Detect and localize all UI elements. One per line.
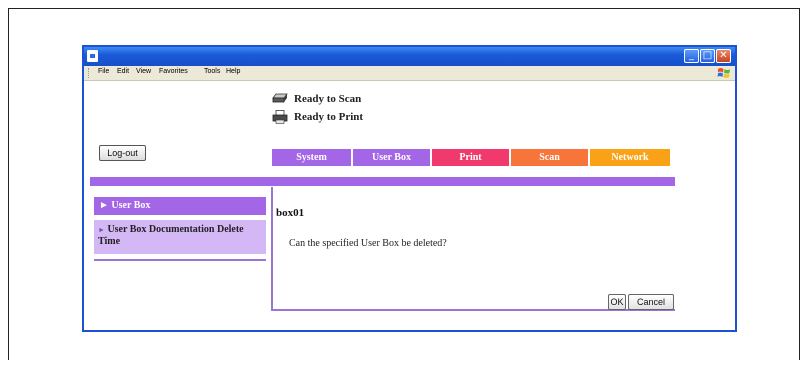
ok-button[interactable]: OK bbox=[608, 294, 626, 310]
printer-icon bbox=[272, 110, 288, 124]
menu-view[interactable]: View bbox=[136, 68, 151, 75]
browser-app-icon bbox=[87, 50, 98, 62]
maximize-button[interactable]: □ bbox=[700, 49, 715, 63]
sidebar-item-label: User Box bbox=[111, 200, 151, 211]
minimize-button[interactable]: _ bbox=[684, 49, 699, 63]
menu-help[interactable]: Help bbox=[226, 68, 240, 75]
scan-status-text: Ready to Scan bbox=[294, 93, 362, 105]
sidebar-item-label: User Box Documentation Delete Time bbox=[98, 224, 244, 247]
tab-user-box[interactable]: User Box bbox=[353, 149, 430, 166]
toolbar-grip-icon bbox=[88, 68, 91, 78]
cancel-button[interactable]: Cancel bbox=[628, 294, 674, 310]
scanner-icon bbox=[272, 93, 288, 103]
delete-confirmation-text: Can the specified User Box be deleted? bbox=[289, 238, 447, 249]
header-divider-bar bbox=[90, 177, 675, 186]
title-bar[interactable]: _ □ ✕ bbox=[84, 47, 735, 66]
sidebar-item-documentation-delete-time[interactable]: ► User Box Documentation Delete Time bbox=[94, 220, 266, 254]
logout-button[interactable]: Log-out bbox=[99, 145, 146, 161]
sidebar-item-user-box[interactable]: ► User Box bbox=[94, 197, 266, 215]
tab-print[interactable]: Print bbox=[432, 149, 509, 166]
menu-file[interactable]: File bbox=[98, 68, 109, 75]
menu-tools[interactable]: Tools bbox=[204, 68, 220, 75]
windows-flag-icon bbox=[717, 68, 730, 78]
close-button[interactable]: ✕ bbox=[716, 49, 731, 63]
print-status-text: Ready to Print bbox=[294, 111, 364, 123]
vertical-divider bbox=[271, 187, 273, 311]
menu-favorites[interactable]: Favorites bbox=[159, 68, 188, 75]
sidebar-arrow-icon: ► bbox=[99, 200, 112, 211]
tab-scan[interactable]: Scan bbox=[511, 149, 588, 166]
box-name: box01 bbox=[276, 207, 305, 219]
menu-edit[interactable]: Edit bbox=[117, 68, 129, 75]
sidebar-arrow-icon: ► bbox=[98, 226, 105, 234]
menu-bar: File Edit View Favorites Tools Help bbox=[84, 66, 735, 81]
browser-window: _ □ ✕ File Edit View Favorites Tools Hel… bbox=[82, 45, 737, 332]
page-content: Ready to Scan Ready to Print Log-out Sys… bbox=[84, 81, 735, 330]
tab-network[interactable]: Network bbox=[590, 149, 670, 166]
sidebar-divider bbox=[94, 259, 266, 261]
tab-system[interactable]: System bbox=[272, 149, 351, 166]
